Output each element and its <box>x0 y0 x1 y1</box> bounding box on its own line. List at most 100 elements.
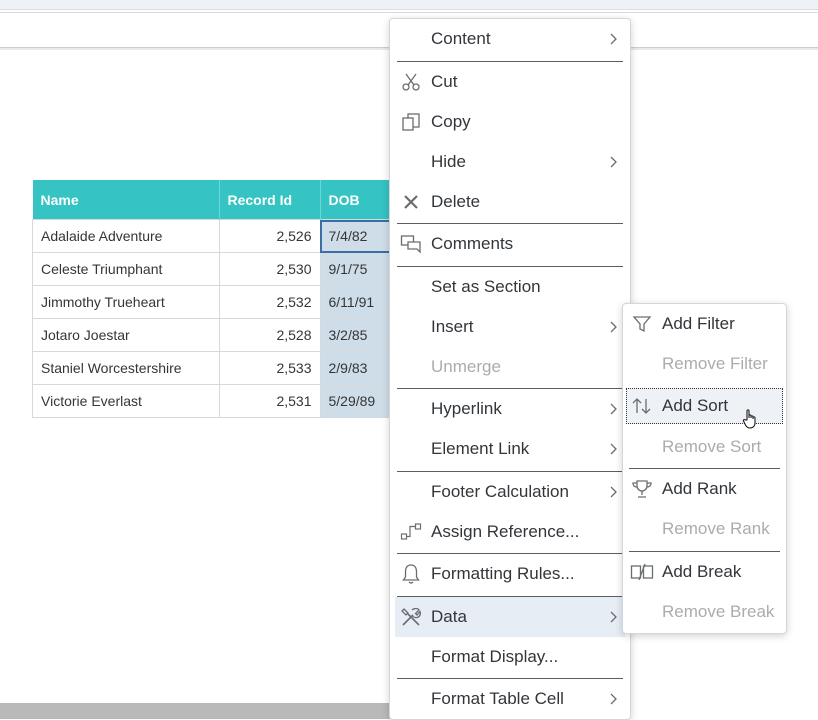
column-header-name[interactable]: Name <box>32 180 220 220</box>
chevron-right-icon <box>607 611 619 623</box>
menu-item-label: Hyperlink <box>431 399 502 418</box>
table-header-row: Name Record Id DOB <box>32 180 398 220</box>
submenu-item-remove-rank: Remove Rank <box>626 509 783 549</box>
menu-item-insert[interactable]: Insert <box>395 307 625 347</box>
filter-icon <box>630 312 654 336</box>
submenu-item-add-sort[interactable]: Add Sort <box>626 388 783 429</box>
menu-item-cut[interactable]: Cut <box>395 62 625 102</box>
table-row[interactable]: Celeste Triumphant 2,530 9/1/75 <box>32 252 398 286</box>
submenu-item-label: Add Rank <box>662 479 737 498</box>
cell-record-id[interactable]: 2,533 <box>218 351 321 385</box>
cell-name[interactable]: Jimmothy Trueheart <box>32 285 220 319</box>
scissors-icon <box>399 70 423 94</box>
submenu-item-remove-filter: Remove Filter <box>626 344 783 384</box>
menu-item-label: Format Table Cell <box>431 689 564 708</box>
menu-item-formatting-rules[interactable]: Formatting Rules... <box>395 554 625 594</box>
cell-dob[interactable]: 2/9/83 <box>319 351 398 385</box>
submenu-item-add-filter[interactable]: Add Filter <box>626 304 783 344</box>
submenu-item-remove-sort: Remove Sort <box>626 427 783 467</box>
chevron-right-icon <box>607 693 619 705</box>
break-icon <box>630 560 654 584</box>
menu-item-content[interactable]: Content <box>395 19 625 59</box>
cell-record-id[interactable]: 2,531 <box>218 384 321 418</box>
chevron-right-icon <box>607 321 619 333</box>
chevron-right-icon <box>607 156 619 168</box>
menu-item-label: Cut <box>431 72 458 91</box>
data-table: Name Record Id DOB Adalaide Adventure 2,… <box>32 180 398 418</box>
submenu-item-remove-break: Remove Break <box>626 592 783 632</box>
comments-icon <box>399 232 423 256</box>
menu-item-label: Set as Section <box>431 277 541 296</box>
top-chrome <box>0 0 818 10</box>
submenu-item-label: Add Sort <box>662 396 729 415</box>
submenu-item-label: Add Break <box>662 562 742 581</box>
menu-item-format-table-cell[interactable]: Format Table Cell <box>395 679 625 719</box>
menu-item-label: Delete <box>431 192 481 211</box>
column-header-record-id[interactable]: Record Id <box>219 180 321 220</box>
menu-item-set-as-section[interactable]: Set as Section <box>395 267 625 307</box>
chevron-right-icon <box>607 486 619 498</box>
cell-record-id[interactable]: 2,530 <box>218 252 321 286</box>
menu-item-footer-calculation[interactable]: Footer Calculation <box>395 472 625 512</box>
sort-icon <box>630 394 654 418</box>
menu-item-format-display[interactable]: Format Display... <box>395 637 625 677</box>
cell-name[interactable]: Celeste Triumphant <box>32 252 220 286</box>
menu-item-label: Assign Reference... <box>431 522 580 541</box>
menu-item-label: Insert <box>431 317 474 336</box>
menu-item-hyperlink[interactable]: Hyperlink <box>395 389 625 429</box>
chevron-right-icon <box>607 443 619 455</box>
cell-record-id[interactable]: 2,532 <box>218 285 321 319</box>
table-row[interactable]: Jimmothy Trueheart 2,532 6/11/91 <box>32 285 398 319</box>
menu-item-assign-reference[interactable]: Assign Reference... <box>395 512 625 552</box>
menu-item-copy[interactable]: Copy <box>395 102 625 142</box>
cell-dob[interactable]: 6/11/91 <box>319 285 398 319</box>
cell-name[interactable]: Adalaide Adventure <box>32 219 220 253</box>
submenu-item-label: Remove Sort <box>662 437 762 456</box>
cell-name[interactable]: Victorie Everlast <box>32 384 220 418</box>
cell-record-id[interactable]: 2,528 <box>218 318 321 352</box>
menu-item-comments[interactable]: Comments <box>395 224 625 264</box>
table-row[interactable]: Jotaro Joestar 2,528 3/2/85 <box>32 318 398 352</box>
menu-item-label: Footer Calculation <box>431 482 569 501</box>
bell-icon <box>399 562 423 586</box>
submenu-item-label: Add Filter <box>662 314 735 333</box>
column-header-dob[interactable]: DOB <box>320 180 398 220</box>
close-icon <box>399 190 423 214</box>
table-row[interactable]: Adalaide Adventure 2,526 7/4/82 <box>32 219 398 253</box>
submenu-item-add-rank[interactable]: Add Rank <box>626 469 783 509</box>
cell-dob[interactable]: 3/2/85 <box>319 318 398 352</box>
trophy-icon <box>630 477 654 501</box>
reference-icon <box>399 520 423 544</box>
cell-dob[interactable]: 7/4/82 <box>319 219 398 253</box>
table-row[interactable]: Staniel Worcestershire 2,533 2/9/83 <box>32 351 398 385</box>
submenu-item-label: Remove Rank <box>662 519 770 538</box>
scrollbar-thumb[interactable] <box>0 703 390 719</box>
menu-item-delete[interactable]: Delete <box>395 182 625 222</box>
menu-item-element-link[interactable]: Element Link <box>395 429 625 469</box>
menu-item-label: Comments <box>431 234 514 253</box>
menu-item-label: Format Display... <box>431 647 559 666</box>
menu-item-label: Data <box>431 607 467 626</box>
menu-item-data[interactable]: Data <box>395 597 625 637</box>
cell-dob[interactable]: 5/29/89 <box>319 384 398 418</box>
chevron-right-icon <box>607 33 619 45</box>
data-submenu: Add Filter Remove Filter Add Sort Remove… <box>622 303 787 634</box>
menu-item-label: Unmerge <box>431 357 501 376</box>
menu-item-label: Content <box>431 29 491 48</box>
submenu-item-add-break[interactable]: Add Break <box>626 552 783 592</box>
submenu-item-label: Remove Break <box>662 602 775 621</box>
cell-dob[interactable]: 9/1/75 <box>319 252 398 286</box>
menu-item-hide[interactable]: Hide <box>395 142 625 182</box>
tools-icon <box>399 605 423 629</box>
chevron-right-icon <box>607 403 619 415</box>
cell-name[interactable]: Staniel Worcestershire <box>32 351 220 385</box>
table-row[interactable]: Victorie Everlast 2,531 5/29/89 <box>32 384 398 418</box>
menu-item-label: Copy <box>431 112 471 131</box>
menu-item-unmerge: Unmerge <box>395 347 625 387</box>
cell-record-id[interactable]: 2,526 <box>218 219 321 253</box>
copy-icon <box>399 110 423 134</box>
submenu-item-label: Remove Filter <box>662 354 768 373</box>
context-menu: Content Cut Copy Hide Delete Comments Se… <box>389 18 631 720</box>
cell-name[interactable]: Jotaro Joestar <box>32 318 220 352</box>
menu-item-label: Element Link <box>431 439 530 458</box>
